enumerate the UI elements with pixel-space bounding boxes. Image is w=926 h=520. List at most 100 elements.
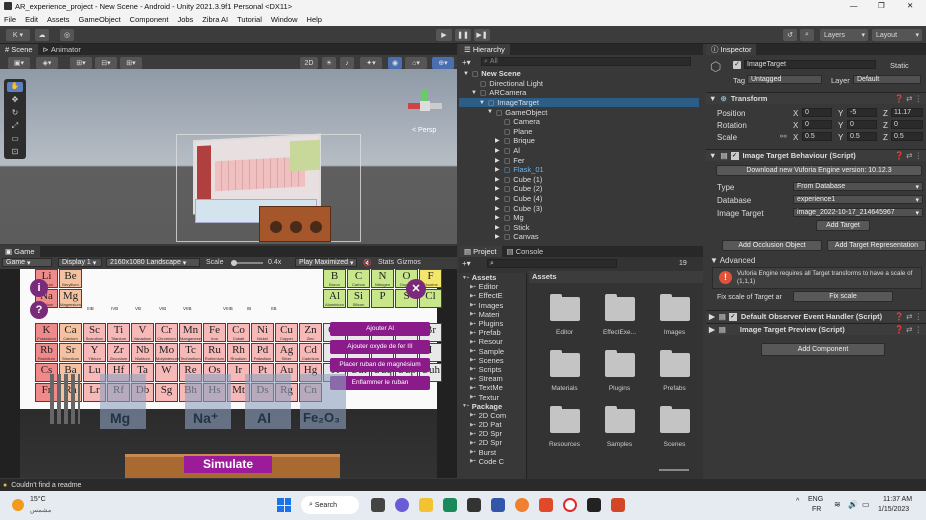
expand-arrow-icon[interactable]: ▼ xyxy=(463,71,471,77)
expand-arrow-icon[interactable]: ▶ xyxy=(495,214,503,221)
blender-icon[interactable] xyxy=(515,498,529,512)
component-menu-icon[interactable]: ❓ ⇄ ⋮ xyxy=(895,151,922,160)
menu-zibra-ai[interactable]: Zibra AI xyxy=(202,15,228,24)
maximize-button[interactable]: ❐ xyxy=(878,1,885,10)
tab-project[interactable]: ▤ Project xyxy=(459,246,502,257)
asset-folder[interactable]: EffectExe... xyxy=(592,293,647,336)
weather-sun-icon[interactable] xyxy=(12,499,24,511)
move-tool-icon[interactable]: ✥ xyxy=(7,95,23,105)
default-observer-handler-header[interactable]: ▶ ▤ ✓ Default Observer Event Handler (Scrip… xyxy=(706,310,926,322)
place-magnesium-button[interactable]: Placer ruban de magnésium xyxy=(330,358,430,372)
expand-arrow-icon[interactable]: ▶ xyxy=(495,157,503,164)
project-search[interactable]: ⌕ xyxy=(487,259,617,268)
image-target-dropdown[interactable]: image_2022-10-17_214645967 ▾ xyxy=(793,208,923,217)
element-cell[interactable]: Ti Titanium xyxy=(107,323,130,342)
expand-arrow-icon[interactable]: ▶ xyxy=(495,147,503,154)
resolution-dropdown[interactable]: 2160x1080 Landscape ▾ xyxy=(106,258,200,267)
stats-toggle[interactable]: Stats xyxy=(378,259,394,266)
project-tree-item[interactable]: ▼▪ Package xyxy=(459,402,526,411)
visibility-icon[interactable]: ◉ xyxy=(388,57,402,69)
hierarchy-item[interactable]: ▶ ◻ Mg xyxy=(459,213,699,223)
element-cell[interactable]: Sr Strontium xyxy=(59,343,82,362)
position-x-field[interactable]: 0 xyxy=(802,108,832,117)
element-cell[interactable]: Co Cobalt xyxy=(227,323,250,342)
component-checkbox[interactable]: ✓ xyxy=(728,312,737,321)
hierarchy-item[interactable]: ▼ ◻ GameObject xyxy=(459,107,699,117)
add-object-button[interactable]: +▾ xyxy=(462,58,471,67)
project-tree-item[interactable]: ▶▪ Stream xyxy=(459,374,526,383)
project-tree-item[interactable]: ▶▪ Burst xyxy=(459,448,526,457)
element-cell[interactable]: Cu Copper xyxy=(275,323,298,342)
asset-folder[interactable]: Editor xyxy=(537,293,592,336)
simulate-button[interactable]: Simulate xyxy=(184,456,272,473)
element-cell[interactable]: Zn Zinc xyxy=(299,323,322,342)
search-icon[interactable]: ⌕ xyxy=(800,29,814,41)
scale-tool-icon[interactable]: ⤢ xyxy=(7,121,23,131)
component-menu-icon[interactable]: ❓ ⇄ ⋮ xyxy=(895,325,922,334)
menu-edit[interactable]: Edit xyxy=(25,15,38,24)
wifi-icon[interactable]: ≋ xyxy=(834,500,841,509)
static-toggle[interactable]: Static xyxy=(890,61,909,70)
game-viewport[interactable]: LiLithiumBeBerylliumNaSodiumMgMagnesiumK… xyxy=(0,269,457,478)
element-cell[interactable]: Rh Rhodium xyxy=(227,343,250,362)
snap-dropdown[interactable]: ⊞▾ xyxy=(120,57,142,69)
asset-folder[interactable]: Prefabs xyxy=(647,349,702,392)
type-dropdown[interactable]: From Database ▾ xyxy=(793,182,923,191)
tab-animator[interactable]: ⊳ Animator xyxy=(38,44,86,55)
component-menu-icon[interactable]: ❓ ⇄ ⋮ xyxy=(895,94,922,103)
expand-arrow-icon[interactable]: ▼ xyxy=(487,109,495,115)
icon-size-slider[interactable] xyxy=(659,469,689,471)
component-checkbox[interactable]: ✓ xyxy=(730,151,739,160)
pause-button[interactable]: ❚❚ xyxy=(455,29,471,41)
hierarchy-search[interactable]: ⌕ All xyxy=(481,57,691,66)
rect-tool-icon[interactable]: ▭ xyxy=(7,134,23,144)
edge-icon[interactable] xyxy=(443,498,457,512)
asset-folder[interactable]: Samples xyxy=(592,405,647,448)
element-cell[interactable]: Sg xyxy=(155,383,178,402)
hand-tool-icon[interactable]: ✋ xyxy=(7,82,23,92)
element-cell[interactable]: Rb Rubidium xyxy=(35,343,58,362)
menu-gameobject[interactable]: GameObject xyxy=(79,15,121,24)
menu-component[interactable]: Component xyxy=(130,15,169,24)
hierarchy-item[interactable]: ▶ ◻ Cube (2) xyxy=(459,184,699,194)
asset-folder[interactable]: Images xyxy=(647,293,702,336)
project-tree-item[interactable]: ▶▪ Scripts xyxy=(459,365,526,374)
gizmos-toggle[interactable]: Gizmos xyxy=(397,259,421,266)
layers-dropdown[interactable]: Layers ▾ xyxy=(820,29,868,41)
gizmos-dropdown[interactable]: ⊕▾ xyxy=(432,57,454,69)
rotation-z-field[interactable]: 0 xyxy=(891,120,923,129)
expand-arrow-icon[interactable]: ▶ xyxy=(495,176,503,183)
teams-icon[interactable] xyxy=(395,498,409,512)
scale-slider-handle[interactable] xyxy=(231,260,237,266)
hierarchy-item[interactable]: ▶ ◻ Al xyxy=(459,146,699,156)
expand-arrow-icon[interactable]: ▶ xyxy=(495,185,503,192)
hierarchy-item[interactable]: ▼ ◻ ARCamera xyxy=(459,88,699,98)
element-cell[interactable]: Cr Chromium xyxy=(155,323,178,342)
scale-x-field[interactable]: 0.5 xyxy=(802,132,832,141)
hierarchy-item[interactable]: ▼ ◻ New Scene xyxy=(459,69,699,79)
element-cell[interactable]: Mn Manganese xyxy=(179,323,202,342)
element-cell[interactable]: Si Silicon xyxy=(347,289,370,308)
element-cell[interactable]: Cd Cadmium xyxy=(299,343,322,362)
mute-icon[interactable]: 🔇 xyxy=(363,259,372,267)
link-icon[interactable]: ⚯ xyxy=(780,132,787,141)
shading-dropdown[interactable]: ◈▾ xyxy=(36,57,58,69)
scale-z-field[interactable]: 0.5 xyxy=(891,132,923,141)
hierarchy-item[interactable]: ▶ ◻ Brique xyxy=(459,136,699,146)
project-tree-item[interactable]: ▶▪ Plugins xyxy=(459,319,526,328)
display-dropdown[interactable]: Display 1 ▾ xyxy=(58,258,102,267)
layer-dropdown[interactable]: Default xyxy=(853,75,921,84)
pivot-dropdown[interactable]: ⊞▾ xyxy=(70,57,92,69)
element-cell[interactable]: Mg Magnesium xyxy=(59,289,82,308)
element-cell[interactable]: Mo Molybdenum xyxy=(155,343,179,362)
scene-gizmo[interactable] xyxy=(408,89,442,123)
download-vuforia-button[interactable]: Download new Vuforia Engine version: 10.… xyxy=(716,165,922,176)
matlab-icon[interactable] xyxy=(539,498,553,512)
menu-help[interactable]: Help xyxy=(307,15,322,24)
project-tree-item[interactable]: ▶▪ Images xyxy=(459,301,526,310)
element-cell[interactable]: Ni Nickel xyxy=(251,323,274,342)
add-target-representation-button[interactable]: Add Target Representation xyxy=(827,240,926,251)
add-iron-oxide-button[interactable]: Ajouter oxyde de fer III xyxy=(330,340,430,354)
hierarchy-item[interactable]: ▼ ◻ ImageTarget xyxy=(459,97,699,108)
hierarchy-item[interactable]: ▶ ◻ Flask_01 xyxy=(459,165,699,175)
